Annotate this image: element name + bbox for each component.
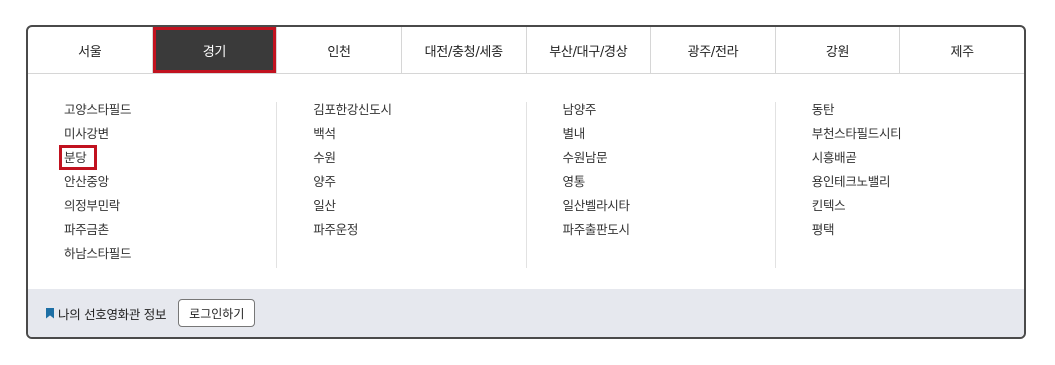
theater-column-2: 김포한강신도시 백석 수원 양주 일산 파주운정 — [277, 102, 527, 268]
login-button[interactable]: 로그인하기 — [178, 299, 256, 327]
theater-item[interactable]: 안산중앙 — [64, 170, 276, 194]
theater-item[interactable]: 남양주 — [563, 98, 775, 122]
theater-column-4: 동탄 부천스타필드시티 시흥배곧 용인테크노밸리 킨텍스 평택 — [776, 102, 1024, 268]
theater-item[interactable]: 용인테크노밸리 — [812, 170, 1024, 194]
theater-item[interactable]: 평택 — [812, 218, 1024, 242]
favorite-theater-bar: 나의 선호영화관 정보 로그인하기 — [28, 289, 1024, 337]
favorite-theater-label: 나의 선호영화관 정보 — [58, 306, 167, 322]
theater-item[interactable]: 백석 — [313, 122, 525, 146]
theater-item[interactable]: 파주운정 — [313, 218, 525, 242]
theater-item[interactable]: 수원 — [313, 146, 525, 170]
tab-seoul[interactable]: 서울 — [28, 27, 153, 73]
theater-list: 고양스타필드 미사강변 분당 안산중앙 의정부민락 파주금촌 하남스타필드 김포… — [28, 74, 1024, 284]
theater-item[interactable]: 미사강변 — [64, 122, 276, 146]
region-tabs: 서울 경기 인천 대전/충청/세종 부산/대구/경상 광주/전라 강원 제주 — [28, 27, 1024, 74]
theater-item[interactable]: 부천스타필드시티 — [812, 122, 1024, 146]
theater-selector-panel: 서울 경기 인천 대전/충청/세종 부산/대구/경상 광주/전라 강원 제주 고… — [26, 25, 1026, 339]
theater-item[interactable]: 영통 — [563, 170, 775, 194]
theater-item[interactable]: 의정부민락 — [64, 194, 276, 218]
bookmark-icon — [46, 307, 54, 319]
theater-item[interactable]: 일산 — [313, 194, 525, 218]
theater-item[interactable]: 별내 — [563, 122, 775, 146]
theater-item-highlighted[interactable]: 분당 — [58, 145, 276, 170]
theater-item[interactable]: 동탄 — [812, 98, 1024, 122]
tab-jeju[interactable]: 제주 — [900, 27, 1024, 73]
tab-incheon[interactable]: 인천 — [277, 27, 402, 73]
theater-item[interactable]: 하남스타필드 — [64, 242, 276, 266]
theater-item-label: 분당 — [58, 145, 98, 170]
tab-busan-daegu-gyeongsang[interactable]: 부산/대구/경상 — [527, 27, 652, 73]
theater-item[interactable]: 김포한강신도시 — [313, 98, 525, 122]
theater-item[interactable]: 고양스타필드 — [64, 98, 276, 122]
tab-gyeonggi[interactable]: 경기 — [152, 27, 278, 73]
theater-item[interactable]: 수원남문 — [563, 146, 775, 170]
theater-item[interactable]: 파주출판도시 — [563, 218, 775, 242]
tab-daejeon-chungcheong-sejong[interactable]: 대전/충청/세종 — [402, 27, 527, 73]
theater-column-1: 고양스타필드 미사강변 분당 안산중앙 의정부민락 파주금촌 하남스타필드 — [28, 102, 278, 268]
theater-item[interactable]: 양주 — [313, 170, 525, 194]
theater-item[interactable]: 일산벨라시타 — [563, 194, 775, 218]
theater-item[interactable]: 킨텍스 — [812, 194, 1024, 218]
theater-column-3: 남양주 별내 수원남문 영통 일산벨라시타 파주출판도시 — [527, 102, 776, 268]
tab-gwangju-jeolla[interactable]: 광주/전라 — [651, 27, 776, 73]
theater-item[interactable]: 파주금촌 — [64, 218, 276, 242]
theater-item[interactable]: 시흥배곧 — [812, 146, 1024, 170]
tab-gangwon[interactable]: 강원 — [776, 27, 901, 73]
